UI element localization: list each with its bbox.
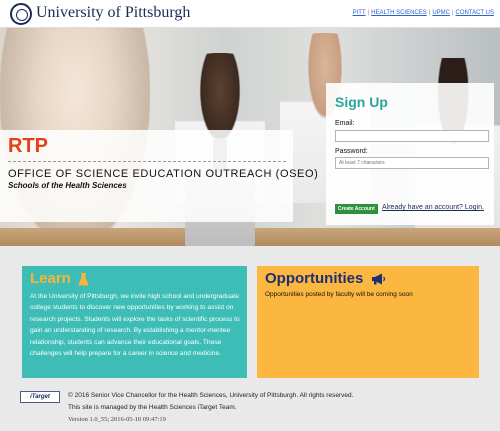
site-footer: iTarget © 2016 Senior Vice Chancellor fo…: [0, 386, 500, 431]
create-account-button[interactable]: Create Account: [335, 204, 378, 214]
email-field[interactable]: [335, 130, 489, 142]
opportunities-title-text: Opportunities: [265, 270, 364, 287]
login-link[interactable]: Already have an account? Login.: [382, 204, 484, 211]
signup-title: Sign Up: [335, 94, 388, 110]
itarget-logo[interactable]: iTarget: [20, 391, 60, 403]
learn-title-text: Learn: [30, 270, 71, 287]
learn-description: At the University of Pittsburgh, we invi…: [30, 293, 240, 358]
email-label: Email:: [335, 120, 355, 127]
nav-link-pitt[interactable]: PITT: [353, 10, 366, 16]
opportunities-description: Opportunities posted by faculty will be …: [265, 291, 413, 298]
flask-icon: [78, 272, 89, 286]
top-nav: PITT | HEALTH SCIENCES | UPMC | CONTACT US: [353, 10, 494, 16]
opportunities-card: Opportunities Opportunities posted by fa…: [257, 266, 479, 378]
site-header: University of Pittsburgh PITT | HEALTH SCI…: [0, 0, 500, 28]
hero-banner: RTP OFFICE OF SCIENCE EDUCATION OUTREACH…: [0, 28, 500, 246]
office-title: OFFICE OF SCIENCE EDUCATION OUTREACH (OS…: [8, 168, 319, 180]
nav-link-health-sciences[interactable]: HEALTH SCIENCES: [371, 10, 427, 16]
opportunities-title: Opportunities: [265, 270, 386, 287]
copyright-text: © 2016 Senior Vice Chancellor for the He…: [68, 392, 354, 399]
password-label: Password:: [335, 148, 368, 155]
office-banner: RTP OFFICE OF SCIENCE EDUCATION OUTREACH…: [0, 130, 318, 222]
divider: [8, 161, 286, 162]
password-field[interactable]: [335, 157, 489, 169]
program-title: RTP: [8, 135, 48, 157]
nav-link-upmc[interactable]: UPMC: [432, 10, 450, 16]
university-seal-icon: [10, 3, 32, 25]
school-subtitle: Schools of the Health Sciences: [8, 181, 127, 190]
learn-card: Learn At the University of Pittsburgh, w…: [22, 266, 247, 378]
nav-separator: |: [428, 10, 431, 16]
nav-separator: |: [451, 10, 454, 16]
nav-separator: |: [367, 10, 370, 16]
learn-title: Learn: [30, 270, 89, 287]
signup-form: Sign Up Email: Password: Create Account …: [326, 83, 494, 225]
version-text: Version 1.0_55; 2016-05-10 09:47:19: [68, 416, 166, 423]
managed-by-text: This site is managed by the Health Scien…: [68, 404, 237, 411]
nav-link-contact-us[interactable]: CONTACT US: [456, 10, 494, 16]
megaphone-icon: [371, 273, 385, 285]
university-name: University of Pittsburgh: [36, 4, 191, 21]
